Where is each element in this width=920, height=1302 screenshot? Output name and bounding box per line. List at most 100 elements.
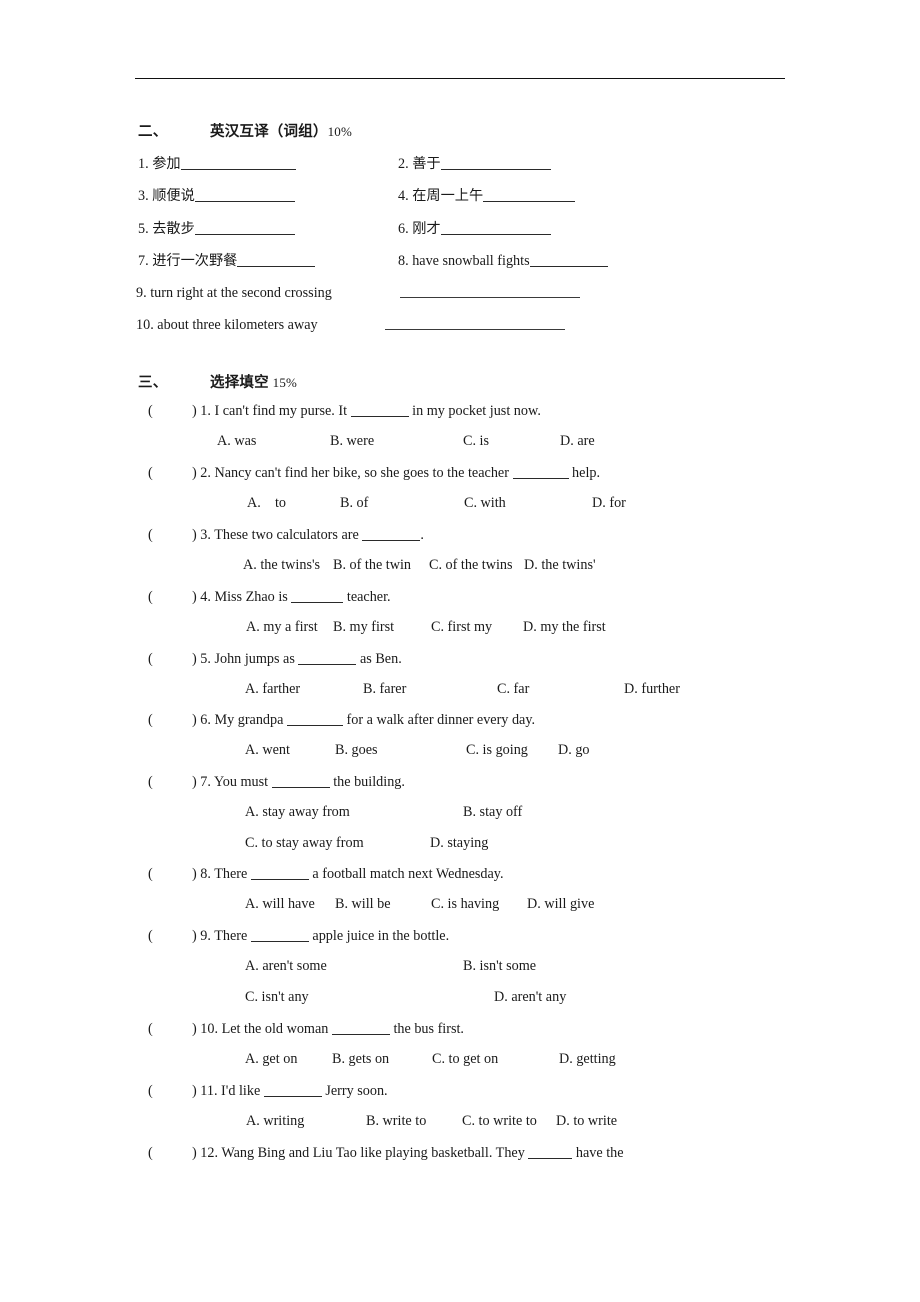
question-stem-before: John jumps as <box>214 651 295 668</box>
option-d[interactable]: D. aren't any <box>494 990 566 1004</box>
question-10: ) 10. Let the old woman the bus first. <box>192 1021 464 1036</box>
option-c[interactable]: C. first my <box>431 620 523 634</box>
options-row-7a: A. stay away from B. stay off <box>245 805 522 819</box>
option-d[interactable]: D. to write <box>556 1114 617 1128</box>
question-stem-after: the bus first. <box>393 1021 464 1038</box>
options-row-9b: C. isn't any D. aren't any <box>245 990 566 1004</box>
option-c[interactable]: C. is going <box>466 743 558 757</box>
options-row-7b: C. to stay away from D. staying <box>245 836 488 850</box>
answer-box-close-paren: ) <box>192 866 197 883</box>
question-stem-before: These two calculators are <box>214 527 359 544</box>
translation-item-8: 8. have snowball fights <box>398 253 608 268</box>
question-blank[interactable] <box>512 465 569 480</box>
option-a[interactable]: A. get on <box>245 1052 332 1066</box>
item-number: 6. <box>398 221 409 238</box>
item-number: 4. <box>398 188 409 205</box>
option-c[interactable]: C. is <box>463 434 560 448</box>
section-two-title: 英汉互译（词组） <box>210 124 328 140</box>
option-c[interactable]: C. with <box>464 496 592 510</box>
section-three-title: 选择填空 <box>210 375 269 391</box>
item-number: 1. <box>138 156 149 173</box>
option-a[interactable]: A. aren't some <box>245 959 463 973</box>
option-d[interactable]: D. the twins' <box>524 558 596 572</box>
option-c[interactable]: C. to write to <box>462 1114 556 1128</box>
question-blank[interactable] <box>291 589 344 604</box>
question-blank[interactable] <box>350 403 409 418</box>
option-b[interactable]: B. were <box>330 434 463 448</box>
option-c[interactable]: C. of the twins <box>429 558 524 572</box>
answer-box-open-paren-6: ( <box>148 712 153 728</box>
question-blank[interactable] <box>528 1145 573 1160</box>
translation-item-5: 5. 去散步 <box>138 221 295 236</box>
option-b[interactable]: B. write to <box>366 1114 462 1128</box>
answer-box-open-paren-5: ( <box>148 651 153 667</box>
question-blank[interactable] <box>298 651 357 666</box>
answer-blank-3[interactable] <box>194 188 295 203</box>
option-d[interactable]: D. my the first <box>523 620 606 634</box>
option-a[interactable]: A. my a first <box>246 620 333 634</box>
answer-box-open-paren-8: ( <box>148 866 153 882</box>
question-blank[interactable] <box>250 928 309 943</box>
question-blank[interactable] <box>271 774 330 789</box>
option-d[interactable]: D. for <box>592 496 626 510</box>
option-d[interactable]: D. go <box>558 743 590 757</box>
question-stem-after: for a walk after dinner every day. <box>346 712 536 729</box>
question-2: ) 2. Nancy can't find her bike, so she g… <box>192 465 600 480</box>
item-text: have snowball fights <box>412 253 530 270</box>
question-blank[interactable] <box>331 1021 390 1036</box>
option-b[interactable]: B. will be <box>335 897 431 911</box>
answer-blank-1[interactable] <box>180 156 296 171</box>
option-b[interactable]: B. goes <box>335 743 466 757</box>
option-a[interactable]: A. writing <box>246 1114 366 1128</box>
option-a[interactable]: A. farther <box>245 682 363 696</box>
question-blank[interactable] <box>263 1083 322 1098</box>
option-b[interactable]: B. farer <box>363 682 497 696</box>
question-6: ) 6. My grandpa for a walk after dinner … <box>192 712 535 727</box>
question-stem-after: as Ben. <box>359 651 402 668</box>
answer-blank-6[interactable] <box>440 221 551 236</box>
answer-blank-5[interactable] <box>194 221 295 236</box>
answer-blank-4[interactable] <box>483 188 576 203</box>
option-b[interactable]: B. gets on <box>332 1052 432 1066</box>
answer-blank-10[interactable] <box>385 329 565 330</box>
option-b[interactable]: B. my first <box>333 620 431 634</box>
answer-box-close-paren: ) <box>192 928 197 945</box>
option-a[interactable]: A. will have <box>245 897 335 911</box>
option-a[interactable]: A. to <box>247 496 340 510</box>
section-three-heading: 三、 选择填空 15% <box>138 371 297 392</box>
option-c[interactable]: C. isn't any <box>245 990 494 1004</box>
option-d[interactable]: D. getting <box>559 1052 616 1066</box>
option-d[interactable]: D. will give <box>527 897 594 911</box>
option-a[interactable]: A. went <box>245 743 335 757</box>
question-blank[interactable] <box>362 527 421 542</box>
translation-item-1: 1. 参加 <box>138 156 296 171</box>
option-b[interactable]: B. of the twin <box>333 558 429 572</box>
answer-blank-8[interactable] <box>529 253 608 268</box>
answer-blank-9[interactable] <box>400 297 580 298</box>
option-a[interactable]: A. was <box>217 434 330 448</box>
option-a[interactable]: A. the twins's <box>243 558 333 572</box>
translation-item-3: 3. 顺便说 <box>138 188 295 203</box>
answer-blank-2[interactable] <box>440 156 551 171</box>
option-d[interactable]: D. staying <box>430 836 488 850</box>
option-a[interactable]: A. stay away from <box>245 805 463 819</box>
option-b[interactable]: B. stay off <box>463 805 522 819</box>
answer-blank-7[interactable] <box>237 253 316 268</box>
question-stem-before: I'd like <box>221 1083 261 1100</box>
option-d[interactable]: D. are <box>560 434 595 448</box>
question-9: ) 9. There apple juice in the bottle. <box>192 928 449 943</box>
option-b[interactable]: B. of <box>340 496 464 510</box>
option-d[interactable]: D. further <box>624 682 680 696</box>
option-c[interactable]: C. far <box>497 682 624 696</box>
question-blank[interactable] <box>286 712 343 727</box>
option-c[interactable]: C. is having <box>431 897 527 911</box>
answer-box-close-paren: ) <box>192 1145 197 1162</box>
question-blank[interactable] <box>250 866 309 881</box>
option-b[interactable]: B. isn't some <box>463 959 536 973</box>
item-text: 刚才 <box>412 221 441 238</box>
question-stem-after: apple juice in the bottle. <box>312 928 450 945</box>
question-stem-before: I can't find my purse. It <box>214 403 348 420</box>
item-number: 5. <box>138 221 149 238</box>
option-c[interactable]: C. to get on <box>432 1052 559 1066</box>
option-c[interactable]: C. to stay away from <box>245 836 430 850</box>
